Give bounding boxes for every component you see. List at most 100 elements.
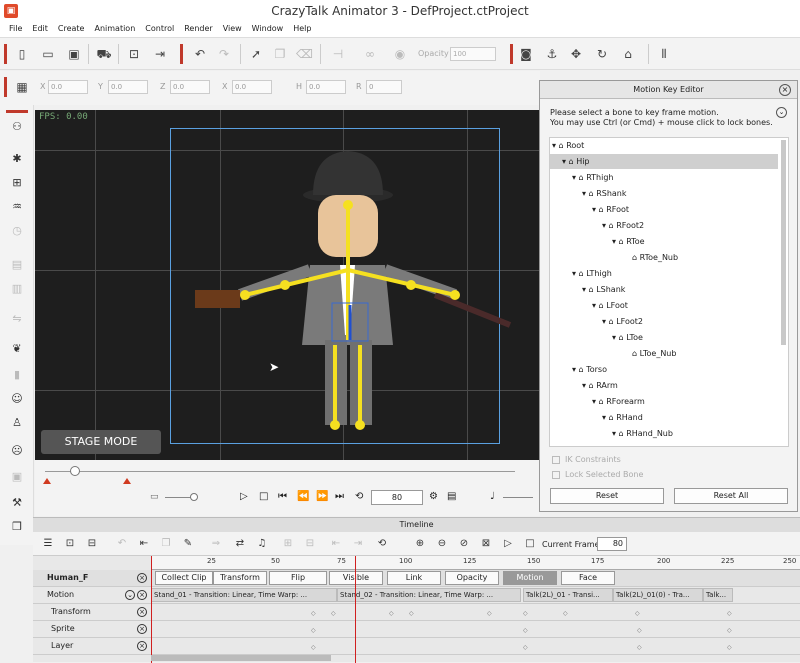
head-icon[interactable]: ☹ — [9, 443, 25, 459]
stop-icon[interactable]: □ — [259, 491, 268, 502]
new-file-icon[interactable]: ▯ — [14, 46, 30, 62]
delete-icon[interactable]: ⌫ — [296, 46, 313, 62]
camera-icon[interactable]: ◙ — [518, 46, 534, 62]
tree-node-root[interactable]: ▾ ⌂ Root — [552, 138, 584, 153]
ik-constraints-checkbox[interactable]: IK Constraints — [552, 455, 621, 464]
play-icon[interactable]: ▷ — [240, 491, 248, 502]
anchor-icon[interactable]: ⚓ — [544, 46, 560, 62]
puppet-icon[interactable]: ♙ — [9, 415, 25, 431]
reset-all-button[interactable]: Reset All — [674, 488, 788, 504]
rotate-icon[interactable]: ↻ — [594, 46, 610, 62]
time-slider-track[interactable] — [45, 471, 515, 472]
keyframe-marker[interactable]: ◇ — [409, 610, 414, 617]
keyframe-marker[interactable]: ◇ — [311, 610, 316, 617]
tree-node-lfoot2[interactable]: ▾ ⌂ LFoot2 — [602, 314, 643, 329]
link-icon[interactable]: ∞ — [362, 46, 378, 62]
y-input[interactable]: 0.0 — [108, 80, 148, 94]
menu-file[interactable]: File — [4, 22, 27, 37]
close-track-icon[interactable]: × — [137, 590, 147, 600]
speed-slider[interactable] — [165, 497, 193, 498]
keyframe-marker[interactable]: ◇ — [635, 610, 640, 617]
keyframe-marker[interactable]: ◇ — [311, 644, 316, 651]
zoom-in-icon[interactable]: ⊕ — [413, 537, 427, 551]
opacity-input[interactable]: 100 — [450, 47, 496, 61]
z-input[interactable]: 0.0 — [170, 80, 210, 94]
menu-render[interactable]: Render — [179, 22, 217, 37]
audio-track-icon[interactable]: ⦀ — [656, 46, 672, 62]
select-arrow-icon[interactable]: ➚ — [248, 46, 264, 62]
props-icon[interactable]: ⊞ — [9, 175, 25, 191]
visibility-icon[interactable]: ◉ — [392, 46, 408, 62]
category-flip[interactable]: Flip — [269, 571, 327, 585]
merge-icon[interactable]: ⊟ — [303, 537, 317, 551]
copy-key-icon[interactable]: ❐ — [159, 537, 173, 551]
zoom-reset-icon[interactable]: ⊘ — [457, 537, 471, 551]
copy-icon[interactable]: ❐ — [272, 46, 288, 62]
keyframe-marker[interactable]: ◇ — [331, 610, 336, 617]
prev-clip-icon[interactable]: ⇤ — [329, 537, 343, 551]
keyframe-marker[interactable]: ◇ — [637, 627, 642, 634]
volume-slider[interactable] — [503, 497, 533, 498]
face-icon[interactable]: ☺ — [9, 391, 25, 407]
edit-key-icon[interactable]: ✎ — [181, 537, 195, 551]
keyframe-marker[interactable]: ◇ — [487, 610, 492, 617]
timeline-play-icon[interactable]: ▷ — [501, 537, 515, 551]
tree-node-rtoe-nub[interactable]: ⌂ RToe_Nub — [632, 250, 678, 265]
category-transform[interactable]: Transform — [213, 571, 267, 585]
keyframe-marker[interactable]: ◇ — [523, 644, 528, 651]
frame-icon[interactable]: ▥ — [9, 281, 25, 297]
path-icon[interactable]: ⇋ — [9, 311, 25, 327]
timeline-ruler[interactable]: 25 50 75 100 125 150 175 200 225 250 — [151, 556, 800, 570]
menu-window[interactable]: Window — [247, 22, 289, 37]
first-frame-icon[interactable]: ⏮ — [278, 491, 287, 502]
close-track-icon[interactable]: × — [137, 607, 147, 617]
import-icon[interactable]: ⊡ — [126, 46, 142, 62]
tree-node-ltoe[interactable]: ▾ ⌂ LToe — [612, 330, 643, 345]
tree-node-rshank[interactable]: ▾ ⌂ RShank — [582, 186, 627, 201]
tree-node-rhand[interactable]: ▾ ⌂ RHand — [602, 410, 643, 425]
tree-node-rtoe[interactable]: ▾ ⌂ RToe — [612, 234, 645, 249]
timer-icon[interactable]: ◷ — [9, 223, 25, 239]
settings-gear-icon[interactable]: ⚙ — [429, 491, 438, 502]
speed-slider-handle[interactable] — [190, 493, 198, 501]
loop-icon[interactable]: ⟲ — [355, 491, 363, 502]
motion-clip[interactable]: Stand_02 - Transition: Linear, Time Warp… — [337, 588, 521, 602]
menu-animation[interactable]: Animation — [89, 22, 140, 37]
time-slider-handle[interactable] — [70, 466, 80, 476]
swap-icon[interactable]: ⇄ — [233, 537, 247, 551]
menu-control[interactable]: Control — [140, 22, 179, 37]
category-motion[interactable]: Motion — [503, 571, 557, 585]
insert-key-icon[interactable]: ⇤ — [137, 537, 151, 551]
last-frame-icon[interactable]: ⏭ — [335, 491, 344, 502]
tree-node-rfoot2[interactable]: ▾ ⌂ RFoot2 — [602, 218, 644, 233]
export-icon[interactable]: ⇥ — [152, 46, 168, 62]
fit-icon[interactable]: ⊠ — [479, 537, 493, 551]
tree-node-torso[interactable]: ▾ ⌂ Torso — [572, 362, 607, 377]
current-frame-input[interactable]: 80 — [597, 537, 627, 551]
timeline-scrollbar[interactable] — [151, 655, 331, 661]
film-icon[interactable]: ▤ — [447, 491, 456, 502]
bone-tool-icon[interactable]: ⚒ — [9, 495, 25, 511]
character-icon[interactable]: ✱ — [9, 151, 25, 167]
expand-track-icon[interactable]: ⌄ — [125, 590, 135, 600]
audio-icon[interactable]: ♒ — [9, 199, 25, 215]
motion-clip[interactable]: Talk(2L)_01(0) - Tra... — [613, 588, 703, 602]
motion-clip[interactable]: Talk... — [703, 588, 733, 602]
move-icon[interactable]: ✥ — [568, 46, 584, 62]
close-icon[interactable]: × — [779, 84, 791, 96]
range-start-marker[interactable] — [43, 478, 51, 484]
keyframe-marker[interactable]: ◇ — [523, 610, 528, 617]
category-face[interactable]: Face — [561, 571, 615, 585]
reset-timeline-icon[interactable]: ⟲ — [375, 537, 389, 551]
tree-node-lfoot[interactable]: ▾ ⌂ LFoot — [592, 298, 628, 313]
scale-x-input[interactable]: 0.0 — [232, 80, 272, 94]
layers-icon[interactable]: ❒ — [9, 519, 25, 535]
split-icon[interactable]: ⊞ — [281, 537, 295, 551]
keyframe-marker[interactable]: ◇ — [311, 627, 316, 634]
frame-input[interactable]: 80 — [371, 490, 423, 505]
scale-h-input[interactable]: 0.0 — [306, 80, 346, 94]
close-track-icon[interactable]: × — [137, 624, 147, 634]
motion-clip[interactable]: Stand_01 - Transition: Linear, Time Warp… — [151, 588, 337, 602]
volume-icon[interactable]: ♩ — [490, 491, 495, 502]
keyframe-marker[interactable]: ◇ — [727, 610, 732, 617]
